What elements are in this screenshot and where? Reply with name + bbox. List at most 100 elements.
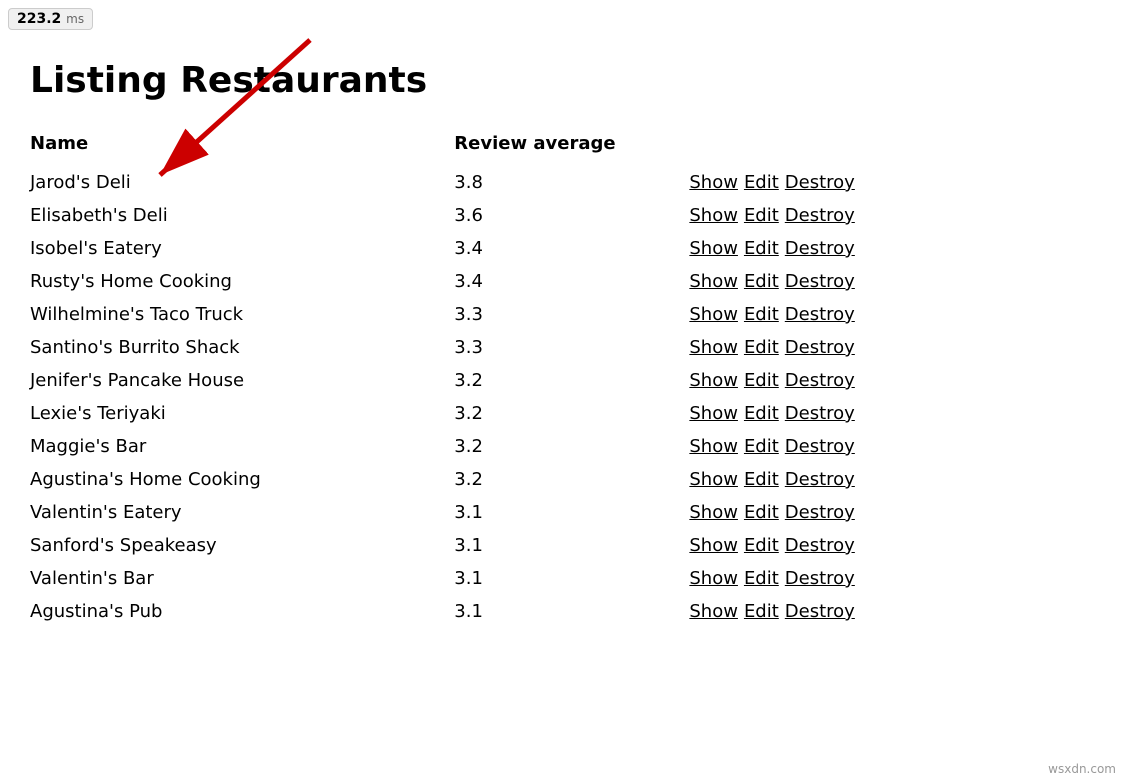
restaurant-actions: Show Edit Destroy bbox=[689, 463, 930, 496]
table-row: Santino's Burrito Shack3.3Show Edit Destro… bbox=[30, 331, 930, 364]
edit-link[interactable]: Edit bbox=[744, 304, 779, 325]
restaurant-rating: 3.2 bbox=[454, 364, 689, 397]
column-header-review-average: Review average bbox=[454, 125, 689, 166]
destroy-link[interactable]: Destroy bbox=[785, 172, 855, 193]
restaurant-name: Valentin's Bar bbox=[30, 562, 454, 595]
edit-link[interactable]: Edit bbox=[744, 337, 779, 358]
restaurant-actions: Show Edit Destroy bbox=[689, 595, 930, 628]
restaurant-rating: 3.8 bbox=[454, 166, 689, 199]
column-header-actions bbox=[689, 125, 930, 166]
restaurant-actions: Show Edit Destroy bbox=[689, 166, 930, 199]
restaurant-actions: Show Edit Destroy bbox=[689, 265, 930, 298]
restaurant-rating: 3.2 bbox=[454, 463, 689, 496]
perf-value: 223.2 bbox=[17, 11, 61, 27]
destroy-link[interactable]: Destroy bbox=[785, 502, 855, 523]
show-link[interactable]: Show bbox=[689, 535, 738, 556]
table-header-row: Name Review average bbox=[30, 125, 930, 166]
destroy-link[interactable]: Destroy bbox=[785, 370, 855, 391]
restaurant-name: Valentin's Eatery bbox=[30, 496, 454, 529]
restaurant-name: Jarod's Deli bbox=[30, 166, 454, 199]
destroy-link[interactable]: Destroy bbox=[785, 238, 855, 259]
restaurant-name: Sanford's Speakeasy bbox=[30, 529, 454, 562]
show-link[interactable]: Show bbox=[689, 436, 738, 457]
edit-link[interactable]: Edit bbox=[744, 370, 779, 391]
restaurant-rating: 3.1 bbox=[454, 529, 689, 562]
restaurant-name: Santino's Burrito Shack bbox=[30, 331, 454, 364]
destroy-link[interactable]: Destroy bbox=[785, 469, 855, 490]
restaurant-rating: 3.1 bbox=[454, 496, 689, 529]
edit-link[interactable]: Edit bbox=[744, 535, 779, 556]
restaurant-actions: Show Edit Destroy bbox=[689, 232, 930, 265]
restaurant-name: Elisabeth's Deli bbox=[30, 199, 454, 232]
restaurant-name: Wilhelmine's Taco Truck bbox=[30, 298, 454, 331]
table-row: Wilhelmine's Taco Truck3.3Show Edit Destro… bbox=[30, 298, 930, 331]
restaurant-rating: 3.1 bbox=[454, 595, 689, 628]
restaurant-actions: Show Edit Destroy bbox=[689, 364, 930, 397]
edit-link[interactable]: Edit bbox=[744, 271, 779, 292]
show-link[interactable]: Show bbox=[689, 172, 738, 193]
restaurant-actions: Show Edit Destroy bbox=[689, 331, 930, 364]
restaurant-rating: 3.6 bbox=[454, 199, 689, 232]
show-link[interactable]: Show bbox=[689, 502, 738, 523]
restaurant-actions: Show Edit Destroy bbox=[689, 529, 930, 562]
table-row: Jenifer's Pancake House3.2Show Edit Destro… bbox=[30, 364, 930, 397]
restaurant-rating: 3.1 bbox=[454, 562, 689, 595]
show-link[interactable]: Show bbox=[689, 403, 738, 424]
edit-link[interactable]: Edit bbox=[744, 403, 779, 424]
restaurant-rating: 3.3 bbox=[454, 331, 689, 364]
watermark: wsxdn.com bbox=[1048, 762, 1116, 776]
performance-badge: 223.2 ms bbox=[8, 8, 93, 30]
restaurants-table: Name Review average Jarod's Deli3.8ShowE… bbox=[30, 125, 930, 628]
table-row: Agustina's Home Cooking3.2Show Edit Destro… bbox=[30, 463, 930, 496]
edit-link[interactable]: Edit bbox=[744, 205, 779, 226]
table-row: Lexie's Teriyaki3.2ShowEditDestroy bbox=[30, 397, 930, 430]
destroy-link[interactable]: Destroy bbox=[785, 568, 855, 589]
edit-link[interactable]: Edit bbox=[744, 238, 779, 259]
restaurant-name: Maggie's Bar bbox=[30, 430, 454, 463]
show-link[interactable]: Show bbox=[689, 568, 738, 589]
restaurant-rating: 3.4 bbox=[454, 265, 689, 298]
destroy-link[interactable]: Destroy bbox=[785, 205, 855, 226]
restaurant-rating: 3.3 bbox=[454, 298, 689, 331]
restaurant-actions: Show Edit Destroy bbox=[689, 397, 930, 430]
restaurant-name: Agustina's Pub bbox=[30, 595, 454, 628]
edit-link[interactable]: Edit bbox=[744, 601, 779, 622]
edit-link[interactable]: Edit bbox=[744, 568, 779, 589]
perf-unit: ms bbox=[66, 12, 84, 26]
edit-link[interactable]: Edit bbox=[744, 172, 779, 193]
table-row: Maggie's Bar3.2ShowEditDestroy bbox=[30, 430, 930, 463]
restaurant-actions: Show Edit Destroy bbox=[689, 496, 930, 529]
edit-link[interactable]: Edit bbox=[744, 436, 779, 457]
page-title: Listing Restaurants bbox=[30, 60, 1094, 101]
restaurant-name: Isobel's Eatery bbox=[30, 232, 454, 265]
destroy-link[interactable]: Destroy bbox=[785, 304, 855, 325]
table-row: Valentin's Bar3.1Show Edit Destroy bbox=[30, 562, 930, 595]
destroy-link[interactable]: Destroy bbox=[785, 601, 855, 622]
table-row: Agustina's Pub3.1Show Edit Destroy bbox=[30, 595, 930, 628]
show-link[interactable]: Show bbox=[689, 601, 738, 622]
restaurant-name: Agustina's Home Cooking bbox=[30, 463, 454, 496]
table-row: Valentin's Eatery3.1Show Edit Destroy bbox=[30, 496, 930, 529]
restaurant-actions: Show Edit Destroy bbox=[689, 430, 930, 463]
table-row: Isobel's Eatery3.4Show Edit Destroy bbox=[30, 232, 930, 265]
column-header-name: Name bbox=[30, 125, 454, 166]
destroy-link[interactable]: Destroy bbox=[785, 436, 855, 457]
show-link[interactable]: Show bbox=[689, 238, 738, 259]
destroy-link[interactable]: Destroy bbox=[785, 337, 855, 358]
restaurant-name: Rusty's Home Cooking bbox=[30, 265, 454, 298]
show-link[interactable]: Show bbox=[689, 304, 738, 325]
show-link[interactable]: Show bbox=[689, 370, 738, 391]
destroy-link[interactable]: Destroy bbox=[785, 271, 855, 292]
show-link[interactable]: Show bbox=[689, 205, 738, 226]
restaurant-name: Jenifer's Pancake House bbox=[30, 364, 454, 397]
restaurant-rating: 3.2 bbox=[454, 397, 689, 430]
show-link[interactable]: Show bbox=[689, 271, 738, 292]
edit-link[interactable]: Edit bbox=[744, 469, 779, 490]
table-row: Rusty's Home Cooking3.4Show Edit Destroy bbox=[30, 265, 930, 298]
show-link[interactable]: Show bbox=[689, 337, 738, 358]
show-link[interactable]: Show bbox=[689, 469, 738, 490]
destroy-link[interactable]: Destroy bbox=[785, 535, 855, 556]
destroy-link[interactable]: Destroy bbox=[785, 403, 855, 424]
restaurant-rating: 3.4 bbox=[454, 232, 689, 265]
edit-link[interactable]: Edit bbox=[744, 502, 779, 523]
